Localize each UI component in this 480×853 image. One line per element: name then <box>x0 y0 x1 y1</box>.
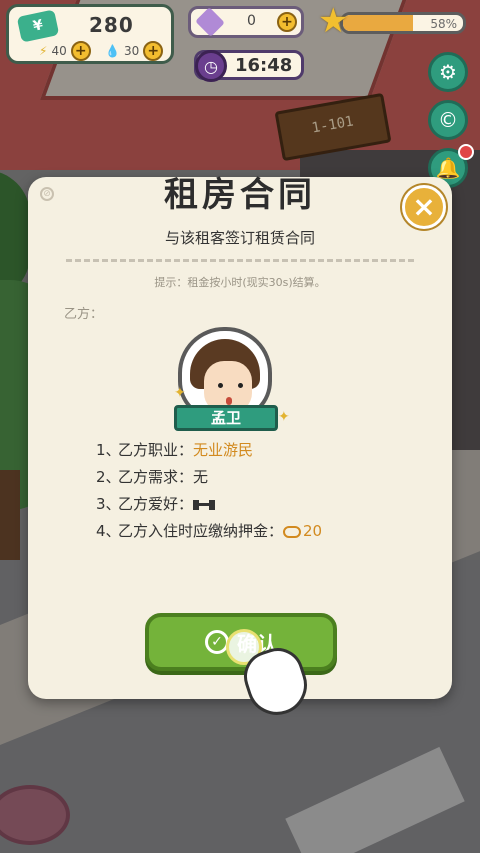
clock-panel: ◷ 16:48 <box>194 50 304 82</box>
requirements-list: 1、乙方职业：无业游民 2、乙方需求：无 3、乙方爱好： 4、乙方入住时应缴纳押… <box>96 437 322 545</box>
settings-button[interactable]: ⚙ <box>428 52 468 92</box>
coin-icon: © <box>438 108 458 132</box>
sparkle-icon: ✦ <box>174 385 186 401</box>
energy-stat: ⚡ 40 + <box>39 41 91 61</box>
sparkle-icon: ✦ <box>278 409 290 425</box>
add-water-button[interactable]: + <box>143 41 164 61</box>
time-value: 16:48 <box>235 55 293 76</box>
energy-value: 40 <box>51 44 67 58</box>
level-progress-track: 58% <box>340 12 466 34</box>
gem-icon <box>195 7 225 37</box>
requirement-item: 2、乙方需求：无 <box>96 468 209 486</box>
divider <box>66 259 414 262</box>
close-icon: × <box>412 190 436 223</box>
close-button[interactable]: × <box>402 185 446 229</box>
add-gem-button[interactable]: + <box>277 12 297 32</box>
notification-dot <box>458 144 474 160</box>
avatar-eye <box>238 383 243 388</box>
dumbbell-icon <box>193 499 216 510</box>
deposit-value: 20 <box>303 522 323 540</box>
gem-value: 0 <box>247 13 256 29</box>
add-energy-button[interactable]: + <box>70 41 91 61</box>
star-icon: ★ <box>318 1 349 41</box>
level-progress-label: 58% <box>430 17 457 31</box>
requirement-item: 1、乙方职业：无业游民 <box>96 441 254 459</box>
water-stat: 💧 30 + <box>105 41 164 61</box>
cash-panel: ¥ 280 ⚡ 40 + 💧 30 + <box>6 4 174 64</box>
level-progress-fill <box>343 15 413 31</box>
avatar-eye <box>218 383 223 388</box>
rent-hint: 提示：租金按小时(现实30s)结算。 <box>154 276 326 289</box>
requirement-item: 3、乙方爱好： <box>96 491 322 518</box>
gear-icon: ⚙ <box>439 60 457 84</box>
cash-icon <box>283 525 302 538</box>
party-label: 乙方： <box>64 307 104 322</box>
cash-value: 280 <box>89 13 134 37</box>
dialog-subtitle: 与该租客签订租赁合同 <box>164 229 315 247</box>
dialog-title: 租房合同 <box>164 175 316 215</box>
water-drop-icon: 💧 <box>105 44 120 58</box>
tenant-name: 孟卫 <box>174 405 278 431</box>
coin-button[interactable]: © <box>428 100 468 140</box>
needs-value: 无 <box>193 468 209 486</box>
contract-dialog: ⊘ 租房合同 × 与该租客签订租赁合同 提示：租金按小时(现实30s)结算。 乙… <box>28 175 452 699</box>
cash-icon: ¥ <box>16 9 60 43</box>
tutorial-hand-pointer <box>224 627 315 723</box>
lightning-icon: ⚡ <box>39 44 48 58</box>
clock-icon: ◷ <box>195 50 227 82</box>
gem-panel: 0 + <box>188 6 304 38</box>
requirement-item: 4、乙方入住时应缴纳押金： 20 <box>96 522 323 540</box>
level-progress: 58% ★ <box>318 4 468 38</box>
avatar-mouth <box>226 397 232 405</box>
water-value: 30 <box>123 44 140 58</box>
occupation-value: 无业游民 <box>193 441 254 459</box>
